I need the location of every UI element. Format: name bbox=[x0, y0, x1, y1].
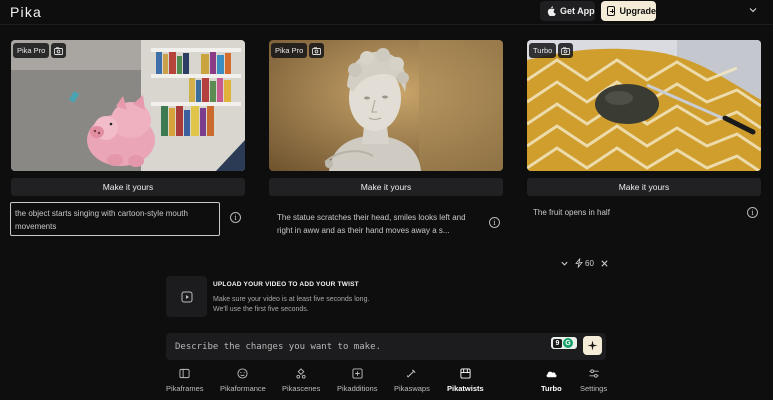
generate-button[interactable] bbox=[583, 336, 602, 355]
apple-icon bbox=[547, 6, 556, 16]
top-bar: Pika Get App Upgrade bbox=[0, 0, 773, 24]
make-it-yours-button[interactable]: Make it yours bbox=[269, 178, 503, 196]
upload-title: UPLOAD YOUR VIDEO TO ADD YOUR TWIST bbox=[213, 281, 359, 288]
nav-label: Pikaformance bbox=[220, 384, 266, 393]
example-prompt-text: the object starts singing with cartoon-s… bbox=[15, 209, 188, 231]
upload-instruction-line: Make sure your video is at least five se… bbox=[213, 296, 370, 303]
chevron-down-icon[interactable] bbox=[748, 5, 758, 15]
model-tag-label: Turbo bbox=[529, 43, 557, 58]
nav-label: Pikaswaps bbox=[394, 384, 430, 393]
example-thumbnail[interactable]: Pika Pro bbox=[269, 40, 503, 171]
pig-plush-image bbox=[11, 40, 245, 171]
nav-turbo[interactable]: Turbo bbox=[541, 368, 562, 393]
plus-square-icon bbox=[607, 6, 616, 16]
cloud-icon bbox=[546, 371, 557, 378]
upload-instructions: Make sure your video is at least five se… bbox=[213, 295, 413, 314]
credits-count: 60 bbox=[585, 258, 594, 268]
example-thumbnail[interactable]: Turbo bbox=[527, 40, 761, 171]
bolt-icon bbox=[575, 258, 583, 268]
statue-image bbox=[269, 40, 503, 171]
example-card-pig: Pika Pro Make it yours bbox=[11, 40, 245, 196]
pika-logo[interactable]: Pika bbox=[10, 4, 42, 20]
video-upload-icon bbox=[181, 291, 192, 302]
model-tag-label: Pika Pro bbox=[13, 43, 50, 58]
upgrade-label: Upgrade bbox=[619, 6, 656, 16]
camera-icon bbox=[558, 43, 574, 58]
get-app-label: Get App bbox=[560, 6, 595, 16]
example-prompt-box[interactable]: the object starts singing with cartoon-s… bbox=[10, 202, 220, 236]
camera-icon bbox=[51, 43, 67, 58]
generation-controls: 60 bbox=[560, 258, 609, 268]
camera-icon bbox=[309, 43, 325, 58]
grammarly-icon: G bbox=[563, 338, 573, 348]
nav-label: Settings bbox=[580, 384, 608, 393]
additions-icon bbox=[352, 368, 363, 379]
nav-label: Pikaframes bbox=[166, 384, 204, 393]
upgrade-button[interactable]: Upgrade bbox=[601, 1, 656, 21]
info-icon[interactable]: i bbox=[747, 207, 758, 218]
swaps-icon bbox=[407, 369, 416, 378]
upload-video-button[interactable] bbox=[166, 276, 207, 317]
performance-icon bbox=[237, 368, 248, 379]
close-icon[interactable] bbox=[600, 259, 609, 268]
twists-icon bbox=[460, 368, 471, 379]
nav-label: Pikadditions bbox=[337, 384, 378, 393]
nav-label: Turbo bbox=[541, 384, 562, 393]
frames-icon bbox=[179, 368, 190, 379]
top-divider bbox=[0, 24, 773, 25]
nav-pikaformance[interactable]: Pikaformance bbox=[220, 368, 266, 393]
grammarly-count-badge: 9 bbox=[553, 338, 562, 348]
example-prompt-text: The fruit opens in half bbox=[533, 208, 610, 217]
example-card-statue: Pika Pro Make it yours bbox=[269, 40, 503, 196]
example-thumbnail[interactable]: Pika Pro bbox=[11, 40, 245, 171]
example-prompt-text: The statue scratches their head, smiles … bbox=[277, 213, 466, 235]
fruit-image bbox=[527, 40, 761, 171]
model-tag: Pika Pro bbox=[13, 43, 67, 58]
nav-label: Pikatwists bbox=[447, 384, 484, 393]
info-icon[interactable]: i bbox=[230, 212, 241, 223]
chevron-down-icon[interactable] bbox=[560, 259, 569, 268]
nav-label: Pikascenes bbox=[282, 384, 321, 393]
info-icon[interactable]: i bbox=[489, 217, 500, 228]
make-it-yours-button[interactable]: Make it yours bbox=[11, 178, 245, 196]
model-tag: Turbo bbox=[529, 43, 574, 58]
nav-pikaframes[interactable]: Pikaframes bbox=[166, 368, 204, 393]
settings-icon bbox=[588, 369, 599, 378]
nav-pikascenes[interactable]: Pikascenes bbox=[282, 368, 320, 393]
model-tag: Pika Pro bbox=[271, 43, 325, 58]
nav-pikatwists[interactable]: Pikatwists bbox=[447, 368, 484, 393]
scenes-icon bbox=[296, 368, 306, 379]
make-it-yours-button[interactable]: Make it yours bbox=[527, 178, 761, 196]
describe-box bbox=[166, 333, 606, 360]
upload-instruction-line: We'll use the first five seconds. bbox=[213, 305, 309, 313]
nav-pikadditions[interactable]: Pikadditions bbox=[337, 368, 377, 393]
describe-input[interactable] bbox=[175, 339, 545, 355]
nav-pikaswaps[interactable]: Pikaswaps bbox=[394, 368, 430, 393]
sparkle-icon bbox=[587, 340, 598, 351]
example-card-fruit: Turbo Make it yours bbox=[527, 40, 761, 196]
nav-settings[interactable]: Settings bbox=[580, 368, 607, 393]
get-app-button[interactable]: Get App bbox=[540, 1, 595, 21]
grammarly-widget[interactable]: 9 G bbox=[551, 337, 577, 349]
model-tag-label: Pika Pro bbox=[271, 43, 308, 58]
